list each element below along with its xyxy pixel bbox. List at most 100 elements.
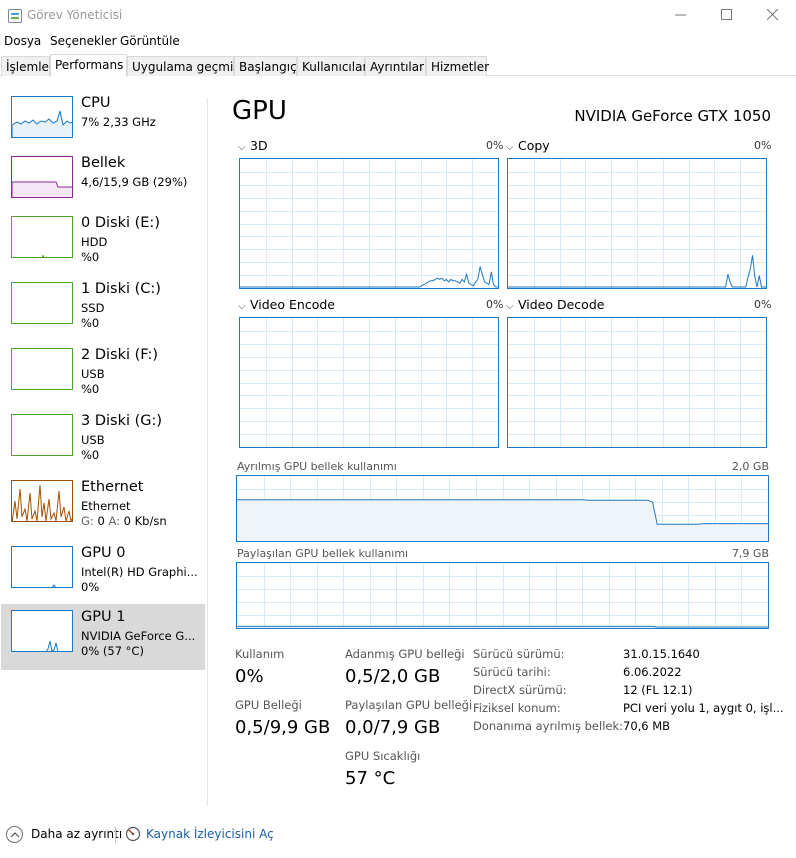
sidebar-line1: USB bbox=[81, 433, 105, 447]
tab-services[interactable]: Hizmetler bbox=[426, 56, 489, 76]
usage-value: 0% bbox=[235, 666, 264, 687]
title-bar: Görev Yöneticisi bbox=[0, 0, 796, 31]
graph-canvas bbox=[237, 476, 768, 541]
tab-performance[interactable]: Performans bbox=[50, 54, 127, 77]
tab-processes[interactable]: İşlemler bbox=[1, 56, 54, 76]
engine-label: Video Decode bbox=[518, 297, 605, 312]
sidebar-line1: Ethernet bbox=[81, 499, 131, 513]
memory-mini-graph bbox=[12, 181, 72, 197]
shared-memory-max: 7,9 GB bbox=[731, 547, 769, 560]
disk-mini-graph bbox=[41, 254, 45, 257]
shared-gpu-memory-label: Paylaşılan GPU belleği bbox=[345, 698, 473, 712]
footer-divider bbox=[115, 827, 116, 843]
sidebar-item-cpu[interactable]: CPU 7% 2,33 GHz bbox=[1, 90, 205, 156]
shared-gpu-memory-value: 0,0/7,9 GB bbox=[345, 717, 441, 738]
engine-percent: 0% bbox=[754, 139, 772, 152]
ethernet-mini-graph bbox=[12, 484, 72, 521]
shared-memory-graph bbox=[236, 562, 769, 629]
gpu-model-name: NVIDIA GeForce GTX 1050 bbox=[574, 107, 771, 125]
driver-date-value: 6.06.2022 bbox=[623, 665, 682, 679]
sidebar-line2: 0% (57 °C) bbox=[81, 644, 144, 658]
sidebar-title: Bellek bbox=[81, 155, 126, 171]
engine-selector-video-decode[interactable]: ⌵ Video Decode bbox=[506, 297, 604, 312]
graph-canvas bbox=[237, 563, 768, 628]
gpu1-thumbnail bbox=[11, 610, 73, 652]
sidebar-title: 3 Diski (G:) bbox=[81, 413, 163, 429]
sidebar-item-disk-3[interactable]: 3 Diski (G:) USB %0 bbox=[1, 408, 205, 474]
engine-graph-video-decode bbox=[507, 317, 767, 448]
engine-graph-copy bbox=[507, 158, 767, 289]
sidebar-item-gpu-0[interactable]: GPU 0 Intel(R) HD Graphi... 0% bbox=[1, 540, 205, 606]
sidebar-title: 1 Diski (C:) bbox=[81, 281, 161, 297]
sidebar-item-ethernet[interactable]: Ethernet Ethernet G: 0 A: 0 Kb/sn bbox=[1, 474, 205, 540]
receive-label: A: bbox=[108, 514, 120, 528]
menu-options[interactable]: Seçenekler bbox=[50, 34, 117, 48]
engine-selector-video-encode[interactable]: ⌵ Video Encode bbox=[238, 297, 335, 312]
tab-startup[interactable]: Başlangıç bbox=[234, 56, 297, 76]
driver-date-label: Sürücü tarihi: bbox=[473, 665, 551, 679]
tab-app-history[interactable]: Uygulama geçmişi bbox=[127, 56, 243, 76]
engine-percent: 0% bbox=[486, 298, 504, 311]
driver-version-value: 31.0.15.1640 bbox=[623, 647, 700, 661]
tab-details[interactable]: Ayrıntılar bbox=[365, 56, 426, 76]
sidebar-item-disk-0[interactable]: 0 Diski (E:) HDD %0 bbox=[1, 210, 205, 276]
engine-percent: 0% bbox=[486, 139, 504, 152]
dedicated-memory-max: 2,0 GB bbox=[731, 460, 769, 473]
close-button[interactable] bbox=[750, 0, 796, 31]
sidebar-item-disk-2[interactable]: 2 Diski (F:) USB %0 bbox=[1, 342, 205, 408]
menu-view[interactable]: Görüntüle bbox=[120, 34, 180, 48]
menu-file[interactable]: Dosya bbox=[4, 34, 41, 48]
chevron-down-icon: ⌵ bbox=[506, 301, 514, 312]
gpu1-mini-graph bbox=[46, 640, 59, 651]
engine-label: Video Encode bbox=[250, 297, 335, 312]
shared-memory-label: Paylaşılan GPU bellek kullanımı bbox=[237, 547, 409, 560]
fewer-details-button[interactable]: Daha az ayrıntı bbox=[31, 827, 122, 841]
tab-users[interactable]: Kullanıcılar bbox=[297, 56, 367, 76]
chevron-up-icon[interactable] bbox=[6, 826, 23, 843]
minimize-button[interactable] bbox=[658, 0, 704, 31]
graph-canvas bbox=[240, 318, 498, 447]
sidebar-line2: G: 0 A: 0 Kb/sn bbox=[81, 514, 167, 528]
chevron-down-icon: ⌵ bbox=[238, 301, 246, 312]
resource-monitor-icon[interactable] bbox=[125, 826, 141, 842]
gpu-memory-label: GPU Belleği bbox=[235, 698, 302, 712]
disk-thumbnail bbox=[11, 216, 73, 258]
sidebar-title: GPU 1 bbox=[81, 609, 126, 625]
gpu-detail-panel: GPU NVIDIA GeForce GTX 1050 ⌵ 3D 0% ⌵ Copy… bbox=[208, 90, 796, 806]
maximize-button[interactable] bbox=[704, 0, 750, 31]
sidebar-line1: USB bbox=[81, 367, 105, 381]
sidebar-line1: HDD bbox=[81, 235, 108, 249]
memory-thumbnail bbox=[11, 156, 73, 198]
engine-label: Copy bbox=[518, 138, 550, 153]
menu-bar: Dosya Seçenekler Görüntüle bbox=[0, 31, 796, 51]
disk-thumbnail bbox=[11, 348, 73, 390]
sidebar-item-disk-1[interactable]: 1 Diski (C:) SSD %0 bbox=[1, 276, 205, 342]
sidebar-line1: NVIDIA GeForce G... bbox=[81, 629, 196, 643]
disk-thumbnail bbox=[11, 414, 73, 456]
engine-percent: 0% bbox=[754, 298, 772, 311]
gpu-temperature-label: GPU Sıcaklığı bbox=[345, 749, 421, 763]
sidebar-item-gpu-1[interactable]: GPU 1 NVIDIA GeForce G... 0% (57 °C) bbox=[1, 604, 205, 670]
gpu0-mini-graph bbox=[52, 584, 56, 587]
sidebar-line1: 7% 2,33 GHz bbox=[81, 115, 156, 129]
open-resource-monitor-link[interactable]: Kaynak İzleyicisini Aç bbox=[146, 827, 274, 841]
engine-graph-video-encode bbox=[239, 317, 499, 448]
engine-selector-copy[interactable]: ⌵ Copy bbox=[506, 138, 550, 153]
sidebar-line2: 0% bbox=[81, 580, 100, 594]
gpu-memory-value: 0,5/9,9 GB bbox=[235, 717, 331, 738]
ethernet-thumbnail bbox=[11, 480, 73, 522]
window-title: Görev Yöneticisi bbox=[27, 8, 123, 22]
sidebar-item-memory[interactable]: Bellek 4,6/15,9 GB (29%) bbox=[1, 150, 205, 216]
performance-sidebar: CPU 7% 2,33 GHz Bellek 4,6/15,9 GB (29%)… bbox=[0, 90, 206, 806]
gpu-temperature-value: 57 °C bbox=[345, 768, 396, 789]
physical-location-value: PCI veri yolu 1, aygıt 0, işl... bbox=[623, 701, 784, 715]
usage-label: Kullanım bbox=[235, 647, 285, 661]
disk-thumbnail bbox=[11, 282, 73, 324]
sidebar-line2: %0 bbox=[81, 448, 100, 462]
cpu-mini-graph bbox=[12, 110, 72, 137]
chevron-down-icon: ⌵ bbox=[506, 142, 514, 153]
dedicated-memory-graph bbox=[236, 475, 769, 542]
directx-version-label: DirectX sürümü: bbox=[473, 683, 567, 697]
sidebar-line2: %0 bbox=[81, 316, 100, 330]
engine-selector-3d[interactable]: ⌵ 3D bbox=[238, 138, 268, 153]
